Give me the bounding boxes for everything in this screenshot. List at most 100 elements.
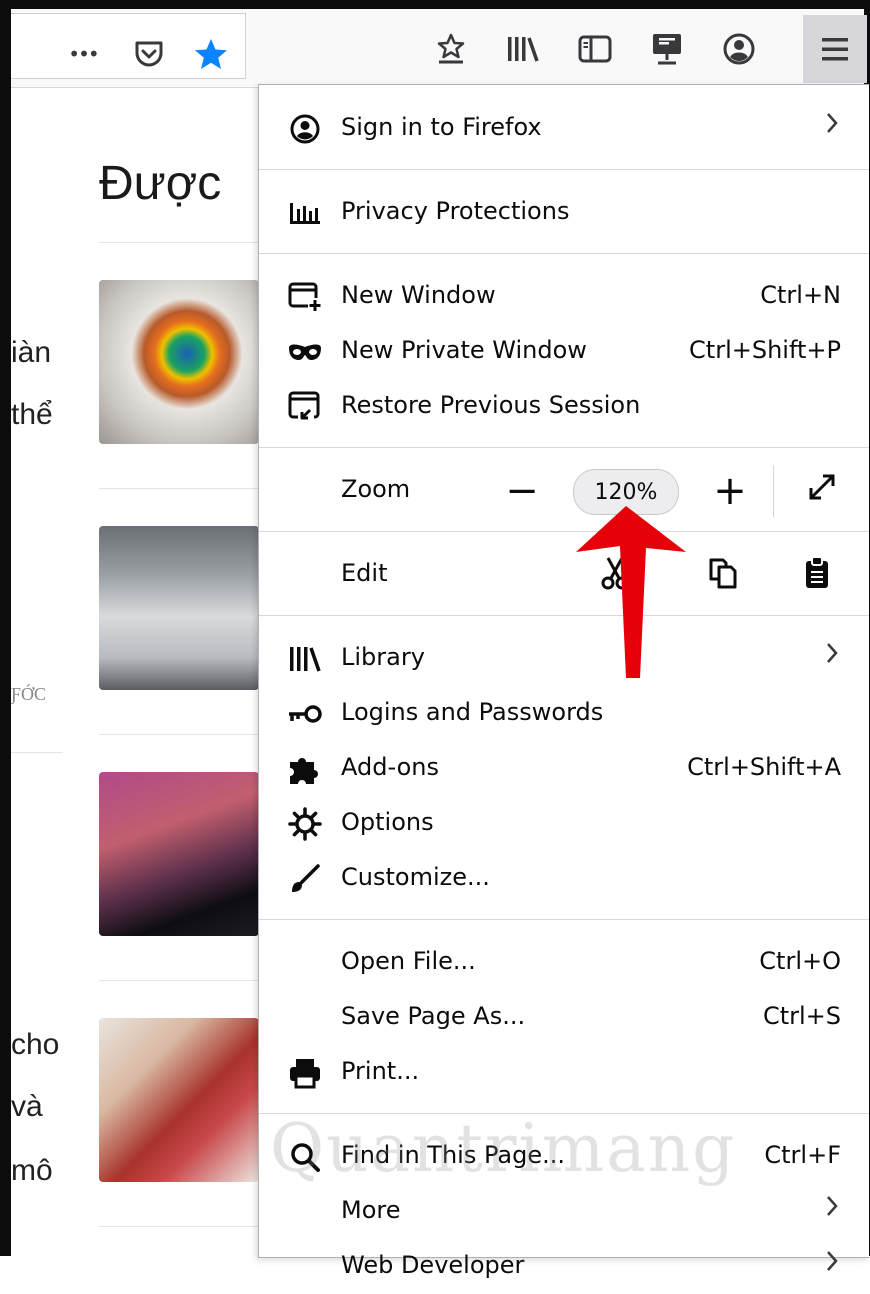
divider (99, 980, 259, 981)
menu-separator (259, 169, 869, 170)
article-thumbnail[interactable] (99, 280, 259, 444)
more-icon[interactable]: ••• (63, 34, 103, 74)
menu-item-label: Save Page As... (341, 1002, 526, 1030)
menu-item-label: Privacy Protections (341, 197, 570, 225)
chevron-right-icon (825, 1249, 839, 1279)
menu-item-edit: Edit (259, 547, 869, 602)
zoom-in-button[interactable]: + (705, 468, 755, 514)
menu-item-restore-session[interactable]: Restore Previous Session (259, 379, 869, 434)
sidebar-icon[interactable] (575, 29, 615, 69)
account-icon (285, 111, 325, 147)
menu-item-label: Logins and Passwords (341, 698, 604, 726)
zoom-out-button[interactable]: − (497, 468, 547, 514)
shortcut-label: Ctrl+S (762, 1002, 841, 1030)
watermark: Quantrimang (270, 1110, 737, 1187)
menu-item-more[interactable]: More (259, 1184, 869, 1239)
menu-item-label: Print... (341, 1057, 420, 1085)
menu-separator (259, 447, 869, 448)
zoom-divider (773, 465, 774, 517)
app-menu-panel: Sign in to Firefox Privacy Protections N… (258, 84, 869, 1279)
browser-toolbar: ••• (11, 9, 867, 88)
chevron-right-icon (825, 641, 839, 671)
menu-item-privacy-protections[interactable]: Privacy Protections (259, 185, 869, 240)
menu-item-new-private-window[interactable]: New Private Window Ctrl+Shift+P (259, 324, 869, 379)
copy-button[interactable] (703, 555, 743, 595)
window-frame-left (0, 0, 11, 1256)
menu-item-open-file[interactable]: Open File... Ctrl+O (259, 935, 869, 990)
menu-separator (259, 615, 869, 616)
article-snippet: mô (11, 1154, 53, 1187)
shortcut-label: Ctrl+F (764, 1141, 841, 1169)
menu-item-label: More (341, 1196, 401, 1224)
menu-item-logins[interactable]: Logins and Passwords (259, 686, 869, 741)
menu-item-label: New Window (341, 281, 496, 309)
private-mask-icon (285, 334, 325, 370)
shortcut-label: Ctrl+Shift+A (687, 753, 841, 781)
article-thumbnail[interactable] (99, 1018, 259, 1182)
library-icon[interactable] (503, 29, 543, 69)
shortcut-label: Ctrl+Shift+P (689, 336, 841, 364)
paste-button[interactable] (797, 555, 837, 595)
key-icon (285, 696, 325, 732)
printer-icon (285, 1055, 325, 1091)
menu-item-label: Customize... (341, 863, 490, 891)
menu-item-label: Options (341, 808, 434, 836)
menu-item-zoom: Zoom (259, 463, 869, 518)
menu-item-addons[interactable]: Add-ons Ctrl+Shift+A (259, 741, 869, 796)
menu-item-web-developer[interactable]: Web Developer (259, 1239, 869, 1294)
pocket-icon[interactable] (129, 34, 169, 74)
menu-item-label: New Private Window (341, 336, 587, 364)
article-snippet: cho (11, 1028, 60, 1061)
divider (99, 734, 259, 735)
menu-item-library[interactable]: Library (259, 631, 869, 686)
new-window-icon (285, 279, 325, 315)
hamburger-menu-icon[interactable] (803, 15, 867, 83)
menu-separator (259, 531, 869, 532)
menu-item-label: Add-ons (341, 753, 439, 781)
menu-separator (259, 253, 869, 254)
menu-item-new-window[interactable]: New Window Ctrl+N (259, 269, 869, 324)
menu-item-print[interactable]: Print... (259, 1045, 869, 1100)
window-frame-top (0, 0, 870, 9)
article-thumbnail[interactable] (99, 772, 259, 936)
article-category: ƑỚC (11, 684, 47, 704)
divider (99, 488, 259, 489)
zoom-label: Zoom (341, 475, 411, 503)
edit-label: Edit (341, 559, 388, 587)
page-heading: Được (99, 157, 222, 210)
divider (11, 752, 63, 753)
fullscreen-button[interactable] (797, 471, 847, 511)
shortcut-label: Ctrl+N (760, 281, 841, 309)
bookmarks-menu-icon[interactable] (431, 29, 471, 69)
fullscreen-icon (805, 468, 839, 514)
menu-item-save-page[interactable]: Save Page As... Ctrl+S (259, 990, 869, 1045)
article-thumbnail[interactable] (99, 526, 259, 690)
bookmark-star-icon[interactable] (191, 34, 231, 74)
account-icon[interactable] (719, 29, 759, 69)
divider (99, 1226, 259, 1227)
menu-item-label: Restore Previous Session (341, 391, 641, 419)
clipboard-icon (804, 556, 830, 594)
screenshot-icon[interactable] (647, 29, 687, 69)
privacy-dashboard-icon (285, 195, 325, 231)
menu-item-label: Open File... (341, 947, 476, 975)
menu-item-label: Library (341, 643, 425, 671)
menu-item-sign-in[interactable]: Sign in to Firefox (259, 101, 869, 156)
restore-session-icon (285, 389, 325, 425)
menu-separator (259, 919, 869, 920)
gear-icon (285, 806, 325, 842)
divider (99, 242, 259, 243)
menu-item-label: Sign in to Firefox (341, 113, 542, 141)
shortcut-label: Ctrl+O (759, 947, 841, 975)
menu-item-customize[interactable]: Customize... (259, 851, 869, 906)
web-page-content: Được iàn thể ƑỚC cho và mô (11, 88, 259, 1256)
copy-icon (708, 557, 738, 593)
chevron-right-icon (825, 1194, 839, 1224)
url-bar[interactable]: ••• (11, 13, 246, 79)
library-icon (285, 641, 325, 677)
red-arrow-annotation-icon (576, 506, 686, 678)
article-snippet: thể (11, 398, 53, 431)
menu-item-options[interactable]: Options (259, 796, 869, 851)
article-snippet: iàn (11, 336, 52, 369)
puzzle-piece-icon (285, 751, 325, 787)
